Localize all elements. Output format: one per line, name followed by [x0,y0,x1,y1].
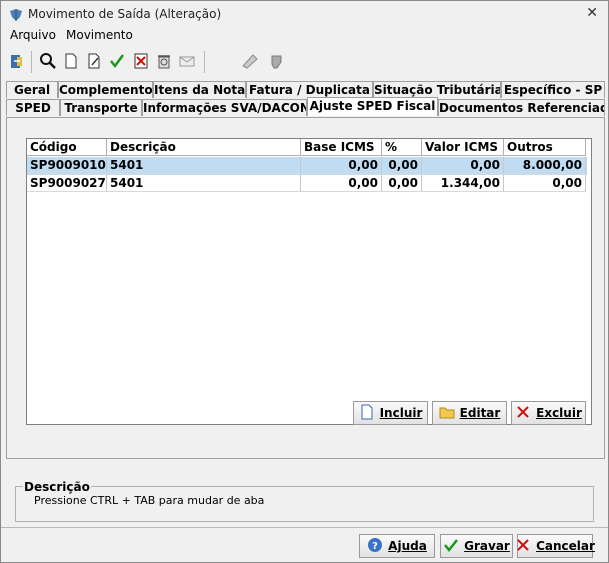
hand-icon[interactable] [266,49,288,73]
window-title: Movimento de Saída (Alteração) [28,7,222,21]
excluir-label: Excluir [536,406,582,420]
excluir-button[interactable]: Excluir [511,401,586,425]
incluir-button[interactable]: Incluir [353,401,428,425]
svg-text:?: ? [372,541,378,552]
tab-informacoes-sva-dacon[interactable]: Informações SVA/DACON [142,99,307,116]
cell-codigo: SP90090278 [27,175,107,192]
tab-ajuste-sped-fiscal[interactable]: Ajuste SPED Fiscal [307,97,438,116]
cell-percent: 0,00 [382,157,422,174]
cell-valor-icms: 1.344,00 [422,175,504,192]
iss-icon[interactable] [239,49,261,73]
cancelar-label: Cancelar [536,539,595,553]
tab-especifico-sp[interactable]: Específico - SP [501,81,605,98]
tab-itens-da-nota[interactable]: Itens da Nota [153,81,246,98]
close-icon[interactable]: ✕ [586,5,598,21]
footer-separator [1,527,608,528]
tab-sped[interactable]: SPED [6,99,60,116]
check-icon [443,537,459,556]
search-icon[interactable] [37,49,59,73]
envelope-icon[interactable] [176,49,198,73]
app-icon [8,7,24,23]
editar-label: Editar [459,406,501,420]
menu-movimento[interactable]: Movimento [66,28,133,42]
cell-descricao: 5401 [107,157,301,174]
cell-codigo: SP90090104 [27,157,107,174]
edit-document-icon[interactable] [83,49,105,73]
cell-valor-icms: 0,00 [422,157,504,174]
confirm-check-icon[interactable] [106,49,128,73]
menu-bar: Arquivo Movimento [1,27,608,45]
tab-situacao-tributaria[interactable]: Situação Tributária [373,81,501,98]
toolbar-separator [204,51,205,73]
ajuda-label: Ajuda [388,539,427,553]
cancelar-button[interactable]: Cancelar [515,534,595,558]
tab-panel: Código Descrição Base ICMS % Valor ICMS … [6,117,605,459]
table-row[interactable]: SP90090278 5401 0,00 0,00 1.344,00 0,00 [27,175,587,193]
column-header-valor-icms[interactable]: Valor ICMS [422,139,504,156]
incluir-label: Incluir [379,406,423,420]
help-icon: ? [367,537,383,556]
title-bar: Movimento de Saída (Alteração) ✕ [1,1,608,29]
tab-row-1: Geral Complemento Itens da Nota Fatura /… [6,81,606,99]
ajuda-button[interactable]: ? Ajuda [359,534,435,558]
tab-fatura-duplicata[interactable]: Fatura / Duplicata [246,81,373,98]
close-icon [515,404,531,423]
menu-arquivo[interactable]: Arquivo [10,28,56,42]
editar-button[interactable]: Editar [432,401,507,425]
grid-header: Código Descrição Base ICMS % Valor ICMS … [27,139,591,171]
toolbar [4,49,604,77]
column-header-outros-icms[interactable]: Outros ICMS [504,139,586,171]
description-text: Pressione CTRL + TAB para mudar de aba [34,494,265,507]
cell-base-icms: 0,00 [301,175,382,192]
tab-complemento[interactable]: Complemento [58,81,153,98]
column-header-percent[interactable]: % [382,139,422,156]
folder-icon [439,404,455,423]
gravar-button[interactable]: Gravar [440,534,513,558]
new-document-icon [359,404,375,423]
column-header-descricao[interactable]: Descrição [107,139,301,156]
cancel-icon [515,537,531,556]
cell-percent: 0,00 [382,175,422,192]
toolbar-separator [31,51,32,73]
description-title: Descrição [23,480,91,494]
tab-row-2: SPED Transporte Informações SVA/DACON Aj… [6,97,606,117]
column-header-codigo[interactable]: Código [27,139,107,156]
ajuste-grid[interactable]: Código Descrição Base ICMS % Valor ICMS … [26,138,592,425]
delete-document-icon[interactable] [130,49,152,73]
gravar-label: Gravar [464,539,510,553]
column-header-base-icms[interactable]: Base ICMS [301,139,382,156]
tab-documentos-referenciados[interactable]: Documentos Referenciados [438,99,605,116]
exit-icon[interactable] [6,49,28,73]
tab-transporte[interactable]: Transporte [60,99,142,116]
recycle-icon[interactable] [153,49,175,73]
tab-geral[interactable]: Geral [6,81,58,98]
cell-outros-icms: 8.000,00 [504,157,586,174]
cell-base-icms: 0,00 [301,157,382,174]
cell-descricao: 5401 [107,175,301,192]
window: Movimento de Saída (Alteração) ✕ Arquivo… [0,0,609,563]
cell-outros-icms: 0,00 [504,175,586,192]
table-row[interactable]: SP90090104 5401 0,00 0,00 0,00 8.000,00 [27,157,587,175]
new-document-icon[interactable] [60,49,82,73]
